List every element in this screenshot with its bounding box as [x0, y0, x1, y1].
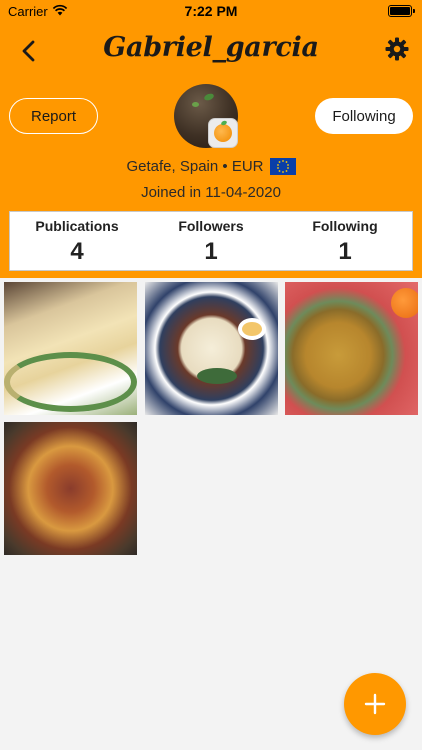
eu-flag-icon [269, 158, 296, 175]
stat-followers[interactable]: Followers 1 [144, 212, 278, 270]
location-label: Getafe, Spain • EUR [126, 158, 264, 175]
publication-thumbnail[interactable] [285, 282, 418, 415]
stat-label: Followers [178, 218, 244, 234]
joined-date: Joined in 11-04-2020 [141, 184, 281, 201]
publication-thumbnail[interactable] [4, 422, 137, 555]
following-button[interactable]: Following [315, 98, 413, 134]
stat-publications[interactable]: Publications 4 [10, 212, 144, 270]
profile-header: Carrier 7:22 PM Gabriel_garcia Report Fo… [0, 0, 422, 278]
battery-icon [388, 5, 415, 17]
stat-label: Publications [35, 218, 119, 234]
page-title: Gabriel_garcia [103, 32, 319, 63]
stat-value: 1 [204, 238, 218, 265]
avatar-badge [208, 118, 238, 148]
publication-thumbnail[interactable] [145, 282, 278, 415]
stats-panel: Publications 4 Followers 1 Following 1 [9, 211, 413, 271]
stat-following[interactable]: Following 1 [278, 212, 412, 270]
status-time: 7:22 PM [184, 3, 238, 19]
orange-icon [214, 124, 232, 142]
add-publication-button[interactable] [344, 673, 406, 735]
settings-button[interactable] [384, 36, 410, 62]
stat-value: 4 [70, 238, 84, 265]
plus-icon [364, 693, 386, 715]
stat-label: Following [312, 218, 378, 234]
publication-thumbnail[interactable] [4, 282, 137, 415]
stat-value: 1 [338, 238, 352, 265]
status-bar: Carrier 7:22 PM [0, 0, 422, 22]
gear-icon [385, 37, 409, 61]
report-button[interactable]: Report [9, 98, 98, 134]
location-row: Getafe, Spain • EUR [0, 158, 422, 175]
